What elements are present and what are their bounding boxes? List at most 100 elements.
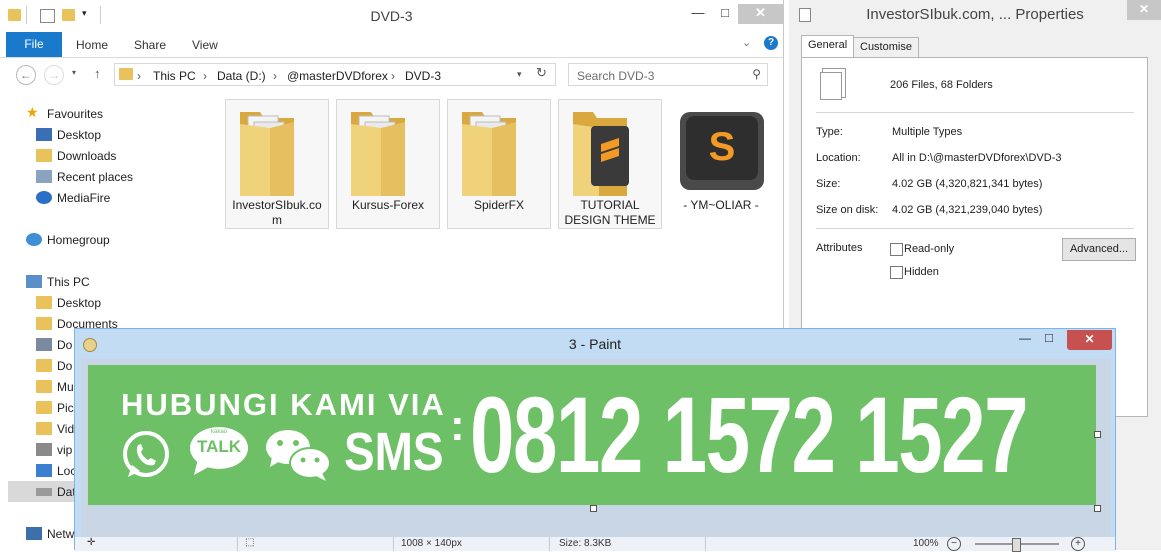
back-button[interactable]: ← bbox=[16, 65, 36, 85]
recent-places-icon bbox=[36, 170, 52, 183]
nav-label: Desktop bbox=[57, 296, 102, 310]
attributes-label: Attributes bbox=[816, 242, 863, 254]
nav-pc-desktop[interactable]: Desktop bbox=[0, 292, 210, 313]
file-tile[interactable]: Kursus-Forex bbox=[336, 99, 440, 229]
resize-handle[interactable] bbox=[1094, 431, 1101, 438]
breadcrumb-dvd-3[interactable]: DVD-3 bbox=[405, 69, 441, 83]
drive-icon bbox=[36, 488, 52, 496]
maximize-button[interactable]: □ bbox=[711, 4, 739, 24]
computer-icon bbox=[26, 275, 42, 288]
explorer-title-bar: ▾ DVD-3 — □ ✕ bbox=[0, 0, 783, 32]
zoom-level: 100% bbox=[913, 538, 939, 549]
breadcrumb-separator: › bbox=[273, 69, 277, 83]
nav-label: MediaFire bbox=[57, 191, 111, 205]
folder-icon bbox=[351, 112, 405, 196]
nav-favourites[interactable]: ★ Favourites bbox=[0, 103, 210, 124]
banner-image[interactable]: HUBUNGI KAMI VIA kakao TALK SMS: 0812 1… bbox=[88, 365, 1096, 505]
expand-ribbon-icon[interactable]: ⌄ bbox=[742, 36, 751, 49]
canvas-area[interactable]: HUBUNGI KAMI VIA kakao TALK SMS: 0812 1… bbox=[81, 359, 1111, 539]
nav-this-pc[interactable]: This PC bbox=[0, 271, 210, 292]
help-icon[interactable]: ? bbox=[764, 36, 778, 50]
tab-home[interactable]: Home bbox=[76, 38, 108, 52]
folder-icon bbox=[462, 112, 516, 196]
resize-handle[interactable] bbox=[1094, 505, 1101, 512]
breadcrumb-separator: › bbox=[203, 69, 207, 83]
homegroup-icon bbox=[26, 233, 42, 246]
svg-text:S: S bbox=[709, 125, 736, 169]
cursor-position-icon: ✛ bbox=[87, 537, 96, 548]
nav-downloads[interactable]: Downloads bbox=[0, 145, 210, 166]
nav-label: Mu bbox=[57, 380, 74, 394]
breadcrumb-separator: › bbox=[391, 69, 395, 83]
advanced-button[interactable]: Advanced... bbox=[1062, 238, 1136, 261]
file-tile[interactable]: SpiderFX bbox=[447, 99, 551, 229]
tab-general[interactable]: General bbox=[801, 35, 855, 58]
file-name: Kursus-Forex bbox=[351, 198, 425, 212]
folder-icon bbox=[36, 359, 52, 372]
nav-label: Do bbox=[57, 338, 73, 352]
tab-view[interactable]: View bbox=[192, 38, 218, 52]
file-name: - YM~OLIAR - bbox=[683, 198, 759, 212]
size-on-disk-value: 4.02 GB (4,321,239,040 bytes) bbox=[892, 204, 1043, 216]
wechat-icon bbox=[266, 430, 331, 481]
breadcrumb-masterdvdforex[interactable]: @masterDVDforex bbox=[287, 69, 388, 83]
multiple-files-icon bbox=[820, 72, 842, 100]
drive-icon bbox=[36, 338, 52, 351]
breadcrumb-data-d[interactable]: Data (D:) bbox=[217, 69, 266, 83]
nav-label: Pic bbox=[57, 401, 74, 415]
nav-label: Favourites bbox=[47, 107, 104, 121]
size-label: Size: bbox=[816, 178, 841, 190]
search-icon[interactable]: ⚲ bbox=[752, 67, 761, 81]
mediafire-icon bbox=[36, 191, 52, 204]
forward-button[interactable]: → bbox=[44, 65, 64, 85]
window-title: 3 - Paint bbox=[568, 336, 622, 352]
breadcrumb-this-pc[interactable]: This PC bbox=[153, 69, 196, 83]
address-bar[interactable]: › This PC › Data (D:) › @masterDVDforex … bbox=[114, 63, 556, 86]
file-tile[interactable]: TUTORIAL DESIGN THEME bbox=[558, 99, 662, 229]
nav-label: Do bbox=[57, 359, 73, 373]
dialog-title: InvestorSIbuk.com, ... Properties bbox=[866, 6, 1084, 23]
recent-locations-icon[interactable]: ▾ bbox=[72, 68, 76, 77]
size-value: 4.02 GB (4,320,821,341 bytes) bbox=[892, 178, 1043, 190]
readonly-checkbox[interactable] bbox=[890, 243, 903, 256]
sublime-text-icon: S bbox=[680, 112, 764, 190]
banner-heading: HUBUNGI KAMI VIA bbox=[121, 387, 446, 422]
zoom-out-button[interactable]: − bbox=[947, 537, 961, 551]
maximize-button[interactable]: □ bbox=[1045, 330, 1053, 345]
nav-homegroup[interactable]: Homegroup bbox=[0, 229, 210, 250]
close-button[interactable]: ✕ bbox=[1127, 0, 1161, 20]
folder-icon bbox=[36, 380, 52, 393]
window-title: DVD-3 bbox=[370, 8, 413, 24]
up-button[interactable]: ↑ bbox=[94, 66, 101, 81]
address-row: ← → ▾ ↑ › This PC › Data (D:) › @masterD… bbox=[0, 60, 783, 88]
tab-customise[interactable]: Customise bbox=[853, 37, 919, 58]
nav-label: vip bbox=[57, 443, 73, 457]
nav-mediafire[interactable]: MediaFire bbox=[0, 187, 210, 208]
minimize-button[interactable]: — bbox=[684, 4, 712, 24]
resize-handle[interactable] bbox=[590, 505, 597, 512]
colon-separator: : bbox=[450, 401, 465, 450]
separator bbox=[816, 228, 1134, 229]
location-label: Location: bbox=[816, 152, 861, 164]
minimize-button[interactable]: — bbox=[1019, 331, 1031, 345]
tab-share[interactable]: Share bbox=[134, 38, 166, 52]
size-on-disk-label: Size on disk: bbox=[816, 204, 879, 216]
status-bar: ✛ ⬚ 1008 × 140px Size: 8.3KB 100% − + bbox=[75, 537, 1115, 552]
search-input[interactable]: Search DVD-3 ⚲ bbox=[568, 63, 768, 86]
talk-label: TALK bbox=[196, 437, 242, 456]
divider bbox=[705, 537, 706, 551]
sms-label: SMS bbox=[344, 422, 444, 482]
divider bbox=[549, 537, 550, 551]
nav-recent-places[interactable]: Recent places bbox=[0, 166, 210, 187]
chevron-down-icon[interactable]: ▾ bbox=[517, 69, 522, 80]
hidden-checkbox[interactable] bbox=[890, 266, 903, 279]
close-button[interactable]: ✕ bbox=[1067, 330, 1112, 350]
file-tile[interactable]: S - YM~OLIAR - bbox=[669, 99, 773, 229]
nav-desktop[interactable]: Desktop bbox=[0, 124, 210, 145]
star-icon: ★ bbox=[26, 104, 39, 120]
file-tile[interactable]: InvestorSIbuk.co m bbox=[225, 99, 329, 229]
tab-file[interactable]: File bbox=[6, 32, 62, 57]
refresh-icon[interactable]: ↻ bbox=[536, 65, 547, 81]
close-button[interactable]: ✕ bbox=[738, 4, 783, 24]
zoom-in-button[interactable]: + bbox=[1071, 537, 1085, 551]
